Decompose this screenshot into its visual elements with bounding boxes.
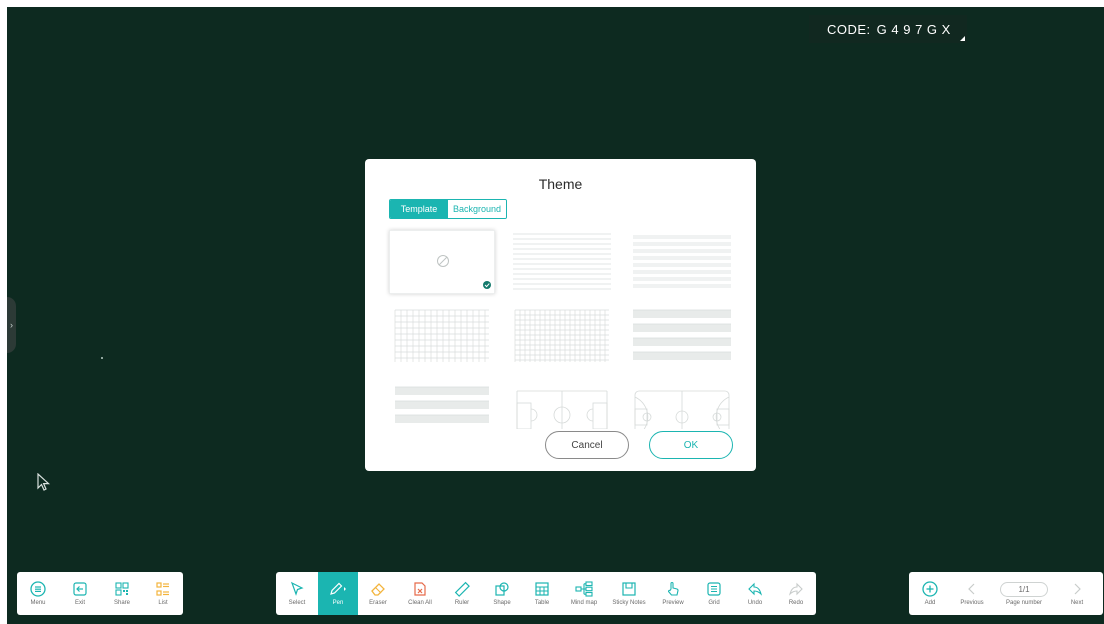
eraser-label: Eraser (369, 600, 387, 606)
chevron-left-icon (968, 583, 975, 595)
dialog-title: Theme (538, 176, 583, 192)
no-template-icon (437, 255, 449, 267)
template-blank[interactable] (389, 230, 495, 294)
menu-label: Menu (30, 600, 46, 606)
whiteboard-canvas[interactable]: CODE: G 4 9 7 G X › Theme Template Backg… (7, 7, 1104, 624)
shape-icon (495, 582, 509, 596)
mind-map-label: Mind map (570, 600, 598, 606)
redo-icon (788, 582, 803, 596)
sticky-notes-label: Sticky Notes (612, 600, 646, 606)
next-page-button[interactable]: Next (1055, 572, 1099, 615)
clean-all-label: Clean All (408, 600, 432, 606)
table-label: Table (534, 600, 550, 606)
exit-icon (73, 582, 87, 596)
ruler-tool-button[interactable]: Ruler (442, 572, 482, 615)
template-lines-dense[interactable] (629, 230, 735, 294)
expand-corner-icon[interactable] (960, 36, 965, 41)
page-number-label: Page number (1005, 599, 1043, 606)
menu-icon (30, 581, 46, 597)
table-tool-button[interactable]: Table (522, 572, 562, 615)
eraser-icon (371, 583, 385, 596)
center-toolbar: Select Pen Eraser Clean All Ruler Shape … (276, 572, 816, 615)
template-soccer-field[interactable] (509, 385, 615, 429)
template-music-staff[interactable] (629, 308, 735, 372)
room-code-label: CODE: (827, 21, 871, 37)
undo-button[interactable]: Undo (734, 572, 776, 615)
sticky-notes-button[interactable]: Sticky Notes (606, 572, 652, 615)
clean-all-icon (414, 582, 426, 596)
chevron-right-icon: › (10, 320, 13, 330)
list-icon (156, 582, 169, 596)
select-tool-button[interactable]: Select (276, 572, 318, 615)
previous-label: Previous (960, 600, 984, 606)
list-label: List (158, 600, 168, 606)
share-button[interactable]: Share (101, 572, 143, 615)
clean-all-button[interactable]: Clean All (398, 572, 442, 615)
share-label: Share (113, 600, 130, 606)
ruler-label: Ruler (454, 600, 470, 606)
exit-label: Exit (74, 600, 85, 606)
side-panel-handle[interactable]: › (7, 297, 16, 353)
template-music-staff-2[interactable] (389, 385, 495, 429)
qr-code-icon (115, 582, 129, 596)
preview-label: Preview (662, 600, 684, 606)
list-button[interactable]: List (143, 572, 183, 615)
add-page-button[interactable]: Add (909, 572, 951, 615)
ok-button[interactable]: OK (649, 431, 733, 459)
select-label: Select (288, 600, 306, 606)
pen-tool-button[interactable]: Pen (318, 572, 358, 615)
canvas-dot (101, 357, 103, 359)
theme-dialog: Theme Template Background Cancel OK (365, 159, 756, 471)
undo-icon (748, 582, 763, 596)
shape-tool-button[interactable]: Shape (482, 572, 522, 615)
grid-label: Grid (708, 600, 720, 606)
sticky-note-icon (622, 582, 636, 596)
theme-tab-switch: Template Background (389, 199, 507, 219)
room-code-badge: CODE: G 4 9 7 G X (809, 15, 967, 43)
check-circle-icon (483, 281, 491, 289)
plus-circle-icon (922, 581, 938, 597)
add-label: Add (924, 600, 936, 606)
grid-icon (707, 582, 721, 596)
left-toolbar: Menu Exit Share List (17, 572, 183, 615)
undo-label: Undo (747, 600, 763, 606)
previous-page-button[interactable]: Previous (951, 572, 993, 615)
tab-background[interactable]: Background (448, 200, 506, 218)
cancel-button[interactable]: Cancel (545, 431, 629, 459)
page-number-field[interactable]: 1/1 (1000, 581, 1048, 597)
table-icon (535, 582, 549, 596)
page-number-control[interactable]: 1/1 Page number (993, 572, 1055, 615)
select-arrow-icon (290, 581, 304, 596)
exit-button[interactable]: Exit (59, 572, 101, 615)
next-label: Next (1070, 600, 1084, 606)
eraser-tool-button[interactable]: Eraser (358, 572, 398, 615)
menu-button[interactable]: Menu (17, 572, 59, 615)
hand-pointer-icon (667, 581, 679, 596)
grid-button[interactable]: Grid (694, 572, 734, 615)
tab-template[interactable]: Template (390, 200, 448, 218)
shape-label: Shape (493, 600, 511, 606)
ruler-icon (454, 581, 470, 597)
template-lines[interactable] (509, 230, 615, 294)
chevron-right-icon (1074, 583, 1081, 595)
mind-map-icon (575, 581, 593, 597)
right-toolbar: Add Previous 1/1 Page number Next (909, 572, 1103, 615)
redo-label: Redo (788, 600, 804, 606)
pen-label: Pen (332, 600, 344, 606)
room-code-value: G 4 9 7 G X (876, 21, 951, 37)
mouse-pointer-icon (37, 473, 51, 491)
pen-icon (330, 582, 346, 595)
template-grid[interactable] (389, 308, 495, 372)
template-grid-small[interactable] (509, 308, 615, 372)
preview-button[interactable]: Preview (652, 572, 694, 615)
template-basketball-court[interactable] (629, 385, 735, 429)
redo-button[interactable]: Redo (776, 572, 816, 615)
mind-map-button[interactable]: Mind map (562, 572, 606, 615)
